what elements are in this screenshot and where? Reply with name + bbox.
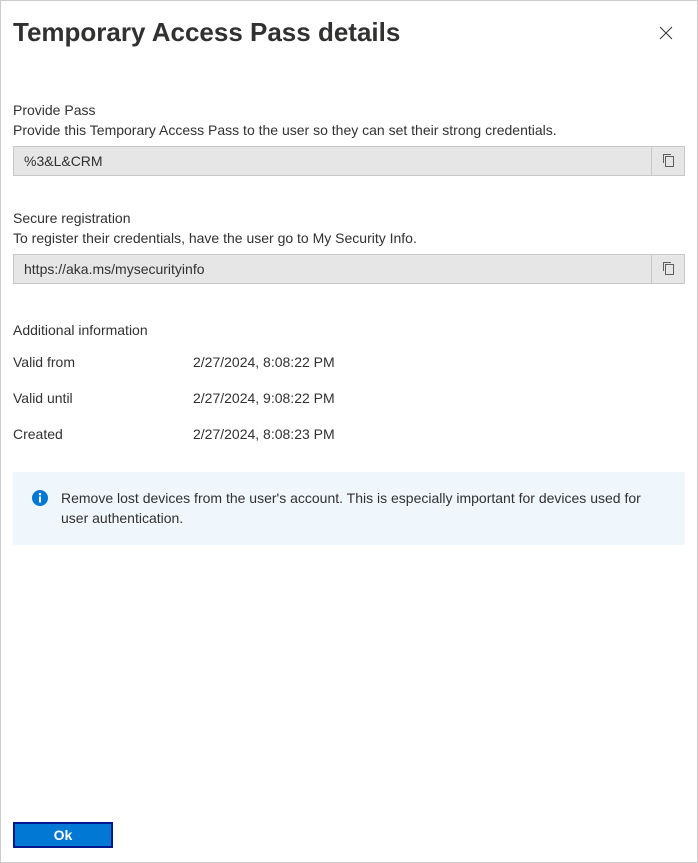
tap-code-input[interactable] [13,146,651,176]
provide-pass-heading: Provide Pass [13,102,685,118]
tap-details-dialog: Temporary Access Pass details Provide Pa… [0,0,698,863]
copy-icon [661,260,675,279]
dialog-content: Provide Pass Provide this Temporary Acce… [1,58,697,810]
created-value: 2/27/2024, 8:08:23 PM [193,426,335,442]
valid-until-value: 2/27/2024, 9:08:22 PM [193,390,335,406]
registration-url-input[interactable] [13,254,651,284]
provide-pass-description: Provide this Temporary Access Pass to th… [13,122,685,138]
valid-from-value: 2/27/2024, 8:08:22 PM [193,354,335,370]
valid-until-label: Valid until [13,390,193,406]
created-label: Created [13,426,193,442]
info-icon [31,489,49,507]
dialog-footer: Ok [1,810,697,862]
secure-registration-row [13,254,685,284]
notice-text: Remove lost devices from the user's acco… [61,488,667,529]
valid-from-label: Valid from [13,354,193,370]
secure-registration-description: To register their credentials, have the … [13,230,685,246]
copy-tap-button[interactable] [651,146,685,176]
secure-registration-heading: Secure registration [13,210,685,226]
ok-button[interactable]: Ok [13,822,113,848]
copy-url-button[interactable] [651,254,685,284]
additional-info-heading: Additional information [13,322,685,338]
info-row: Valid until 2/27/2024, 9:08:22 PM [13,390,685,406]
close-icon [659,26,673,43]
info-row: Valid from 2/27/2024, 8:08:22 PM [13,354,685,370]
provide-pass-row [13,146,685,176]
info-row: Created 2/27/2024, 8:08:23 PM [13,426,685,442]
remove-devices-notice: Remove lost devices from the user's acco… [13,472,685,545]
dialog-title: Temporary Access Pass details [13,17,400,48]
close-button[interactable] [655,23,677,45]
copy-icon [661,152,675,171]
dialog-header: Temporary Access Pass details [1,1,697,58]
